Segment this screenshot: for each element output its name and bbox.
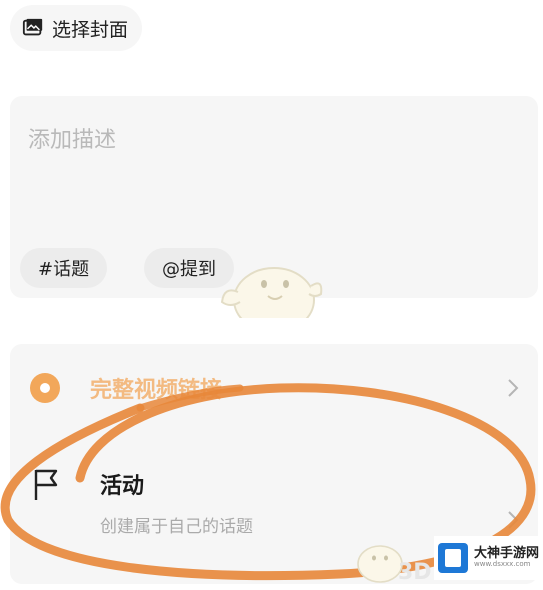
link-dot-icon: [30, 373, 60, 403]
image-icon: [22, 18, 43, 36]
section-divider: [0, 318, 543, 342]
video-link-row[interactable]: 完整视频链接: [30, 364, 530, 412]
description-placeholder: 添加描述: [28, 128, 117, 153]
topic-chip[interactable]: #话题: [20, 248, 108, 288]
watermark-url: www.dsxxx.com: [474, 560, 531, 569]
select-cover-label: 选择封面: [52, 18, 129, 41]
flag-icon: [34, 469, 58, 500]
activity-title: 活动: [100, 474, 145, 499]
watermark-name: 大神手游网: [474, 546, 540, 561]
chevron-right-icon: [508, 511, 519, 529]
select-cover-button[interactable]: 选择封面: [10, 5, 143, 51]
activity-subtitle: 创建属于自己的话题: [100, 517, 253, 537]
site-logo-icon: [438, 543, 468, 573]
site-watermark: 大神手游网 www.dsxxx.com: [434, 536, 543, 580]
video-link-label: 完整视频链接: [90, 378, 223, 403]
watermark-3d-text: 3D: [398, 560, 432, 585]
chevron-right-icon: [508, 379, 519, 397]
